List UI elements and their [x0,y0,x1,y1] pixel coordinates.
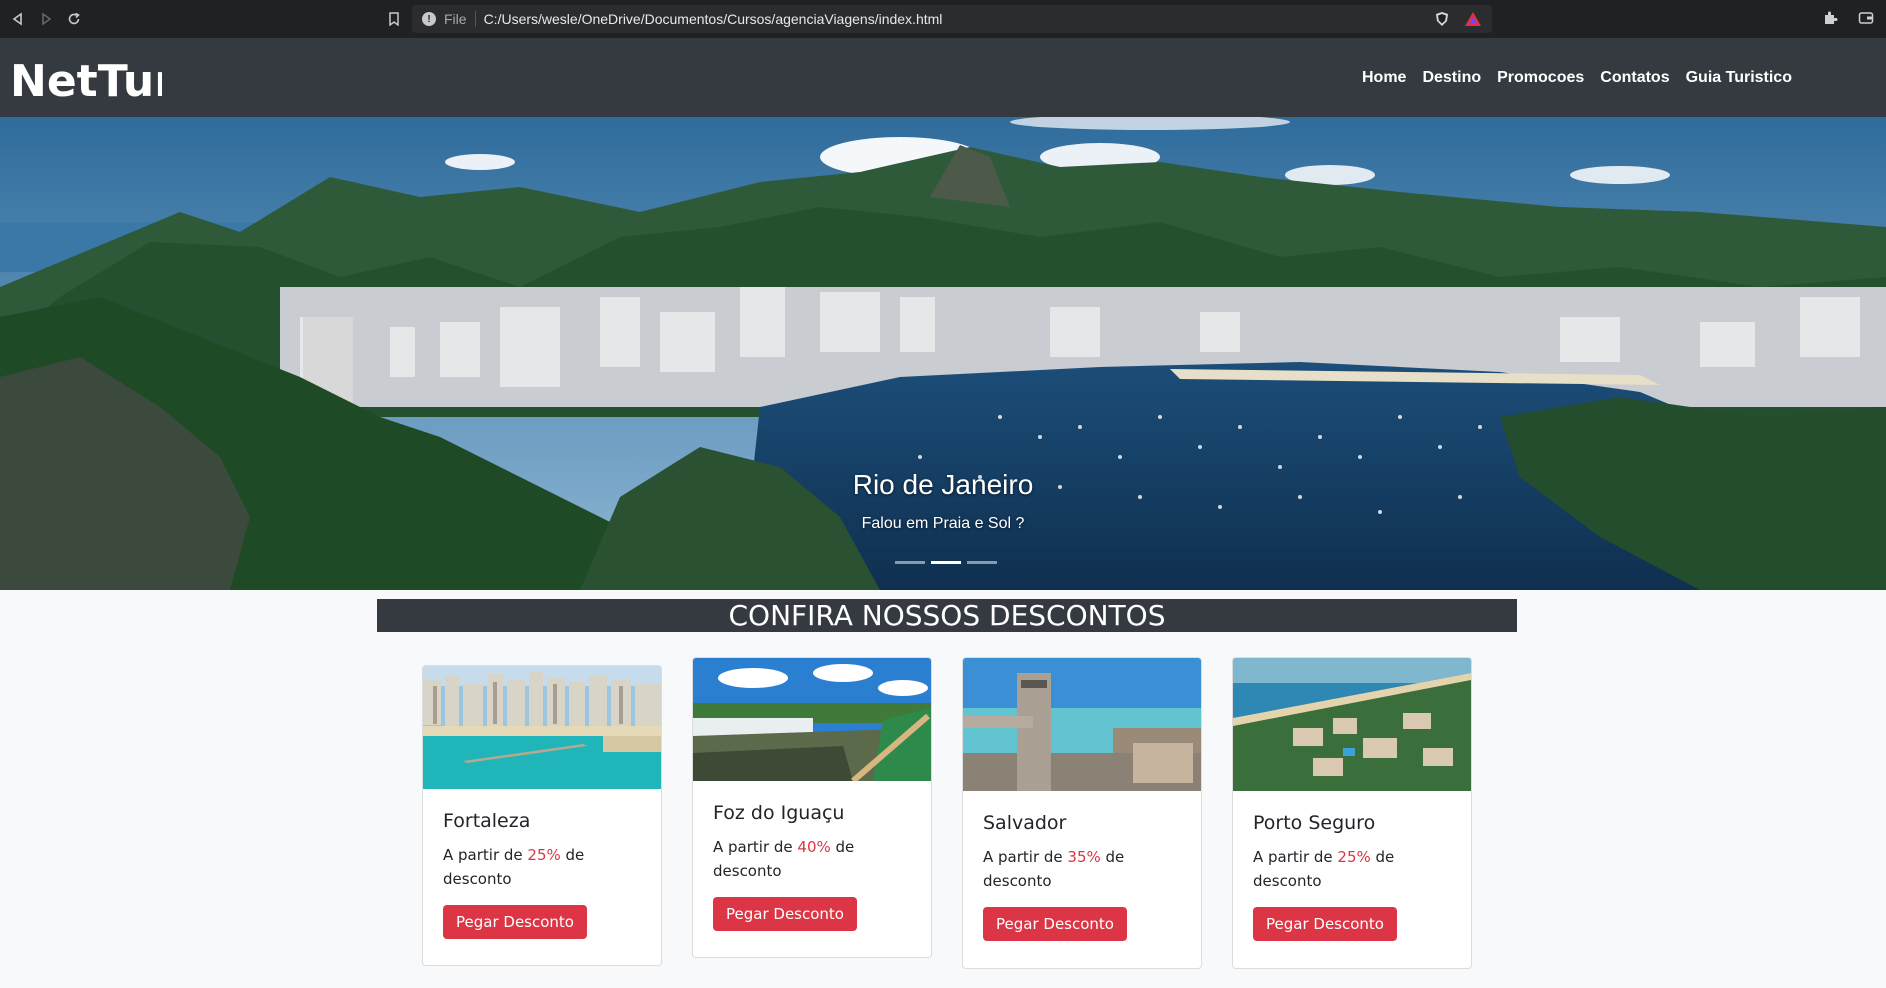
get-discount-button[interactable]: Pegar Desconto [443,905,587,939]
extensions-icon[interactable] [1820,8,1840,28]
card-text: A partir de 40% de desconto [713,838,855,880]
url-scheme: File [444,11,467,27]
destination-card: Fortaleza A partir de 25% de desconto Peg… [422,665,662,966]
get-discount-button[interactable]: Pegar Desconto [713,897,857,931]
get-discount-button[interactable]: Pegar Desconto [983,907,1127,941]
destination-card: Porto Seguro A partir de 25% de desconto … [1232,657,1472,969]
hero-subtitle: Falou em Praia e Sol ? [861,515,1025,532]
get-discount-button[interactable]: Pegar Desconto [1253,907,1397,941]
carousel-indicator-3[interactable] [967,561,997,564]
wallet-icon[interactable] [1856,8,1876,28]
card-image-porto-seguro [1233,658,1471,791]
back-icon[interactable] [4,5,32,33]
main-nav: Home Destino Promocoes Contatos Guia Tur… [1362,69,1792,87]
card-title: Porto Seguro [1253,812,1376,834]
site-logo[interactable]: NetTur [10,50,176,107]
card-text: A partir de 25% de desconto [1253,848,1395,890]
nav-destino[interactable]: Destino [1422,69,1481,87]
card-image-salvador [963,658,1201,791]
card-text: A partir de 25% de desconto [443,846,585,888]
section-title: CONFIRA NOSSOS DESCONTOS [377,599,1517,632]
nav-promocoes[interactable]: Promocoes [1497,69,1584,87]
brave-shield-icon[interactable] [1434,11,1450,27]
carousel-indicator-2[interactable] [931,561,961,564]
card-image-fortaleza [423,666,661,789]
hero-title: Rio de Janeiro [852,469,1034,500]
forward-icon[interactable] [32,5,60,33]
card-title: Foz do Iguaçu [713,802,845,824]
url-text[interactable]: C:/Users/wesle/OneDrive/Documentos/Curso… [484,11,1424,27]
card-title: Salvador [983,812,1067,834]
nav-guia-turistico[interactable]: Guia Turistico [1686,69,1792,87]
destination-card: Foz do Iguaçu A partir de 40% de desconto… [692,657,932,958]
destination-card: Salvador A partir de 35% de desconto Pega… [962,657,1202,969]
discount-value: 35% [1067,848,1101,866]
brave-rewards-icon[interactable] [1464,11,1482,27]
discount-value: 25% [527,846,561,864]
logo-text: NetTur [10,56,162,102]
browser-toolbar: ! File C:/Users/wesle/OneDrive/Documento… [0,0,1886,38]
card-text: A partir de 35% de desconto [983,848,1125,890]
info-icon[interactable]: ! [422,12,436,26]
site-navbar: NetTur Home Destino Promocoes Contatos G… [0,38,1886,117]
hero-carousel[interactable]: Rio de Janeiro Falou em Praia e Sol ? [0,117,1886,590]
discount-value: 40% [797,838,831,856]
carousel-indicator-1[interactable] [895,561,925,564]
card-title: Fortaleza [443,810,531,832]
nav-home[interactable]: Home [1362,69,1406,87]
carousel-indicators [895,561,997,564]
address-bar[interactable]: ! File C:/Users/wesle/OneDrive/Documento… [412,5,1492,33]
nav-contatos[interactable]: Contatos [1600,69,1669,87]
card-image-foz-do-iguacu [693,658,931,781]
discount-value: 25% [1337,848,1371,866]
url-divider [474,11,476,27]
bookmark-icon[interactable] [382,7,406,31]
reload-icon[interactable] [60,5,88,33]
